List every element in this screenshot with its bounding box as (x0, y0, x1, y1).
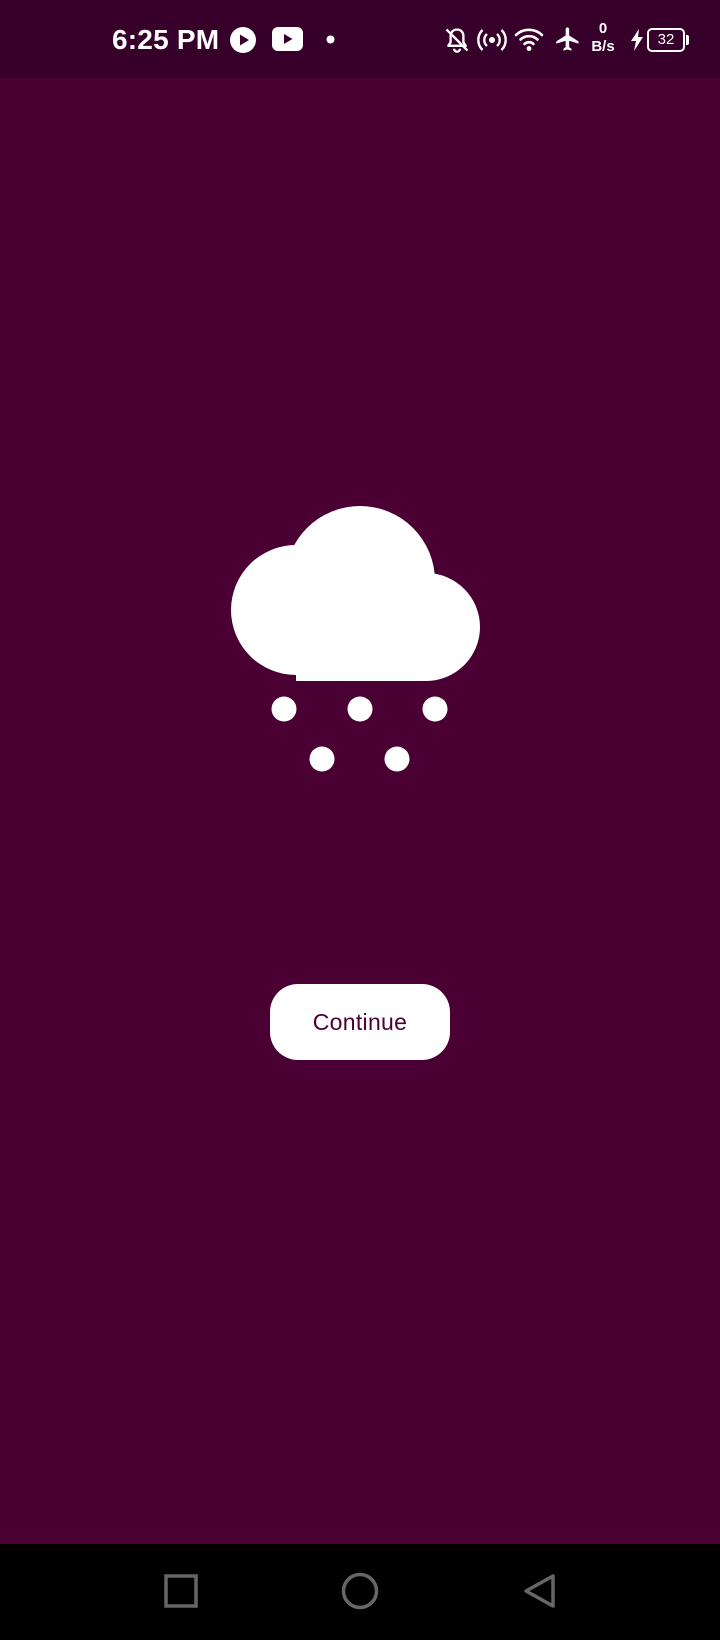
recents-button[interactable] (164, 1574, 198, 1608)
home-button[interactable] (341, 1572, 379, 1610)
youtube-icon (272, 27, 303, 51)
network-speed: 0 B/s (589, 20, 617, 56)
charging-bolt-icon (631, 29, 643, 51)
play-icon (230, 27, 256, 53)
back-button[interactable] (522, 1573, 556, 1609)
bell-off-icon (445, 28, 469, 53)
hotspot-icon (477, 29, 507, 51)
battery-level: 32 (657, 31, 675, 48)
battery-icon: 32 (647, 28, 685, 52)
notification-dot-icon (326, 35, 335, 44)
status-bar: 6:25 PM 0 B/s 32 (0, 0, 720, 78)
battery-cap (686, 35, 689, 45)
status-time: 6:25 PM (112, 24, 220, 55)
wifi-icon (514, 28, 544, 51)
airplane-icon (556, 27, 579, 51)
continue-button[interactable]: Continue (270, 984, 450, 1060)
network-speed-unit: B/s (591, 38, 615, 55)
network-speed-value: 0 (598, 20, 608, 37)
navigation-bar (0, 1544, 720, 1640)
snow-cloud-icon (231, 506, 480, 772)
